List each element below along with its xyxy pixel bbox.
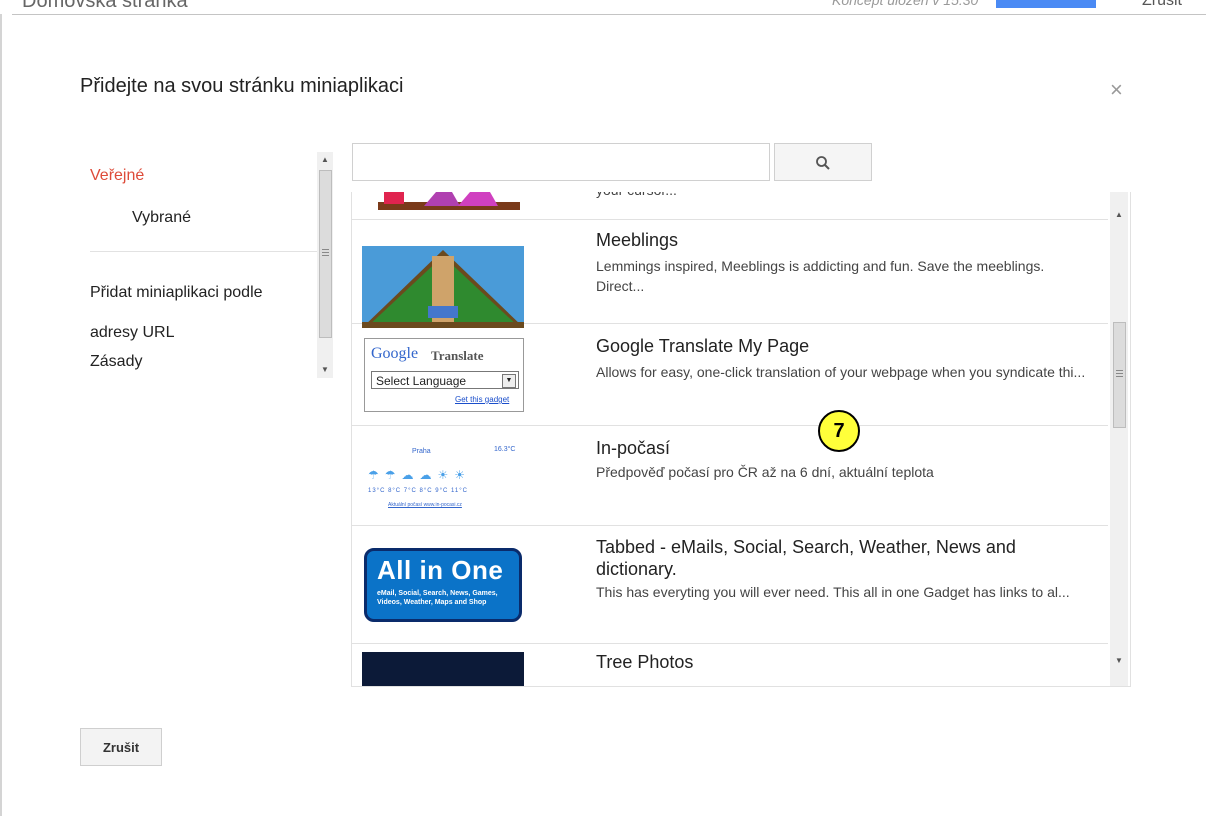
background-save-button	[996, 0, 1096, 8]
list-item[interactable]: Tree Photos	[352, 644, 1108, 686]
nav-item-featured[interactable]: Vybrané	[132, 209, 191, 227]
nav-scrollbar[interactable]: ▲ ▼	[317, 152, 333, 378]
scroll-up-arrow-icon[interactable]: ▲	[1110, 210, 1128, 226]
list-item[interactable]: Meeblings Lemmings inspired, Meeblings i…	[352, 220, 1108, 328]
weather-icons: ☂☂☁☁☀☀	[368, 468, 472, 482]
scroll-down-arrow-icon[interactable]: ▼	[1110, 656, 1128, 672]
scrollbar-thumb[interactable]	[1113, 322, 1126, 428]
gadget-thumbnail	[362, 192, 522, 214]
gadget-thumbnail: Google Translate Select Language ▼ Get th…	[362, 336, 526, 414]
gadget-title[interactable]: Meeblings	[596, 230, 678, 251]
gadget-thumbnail: All in One eMail, Social, Search, News, …	[362, 546, 526, 626]
gadget-description: Lemmings inspired, Meeblings is addictin…	[596, 258, 1045, 294]
dialog-title: Přidejte na svou stránku miniaplikaci	[80, 75, 404, 97]
gadget-list: your cursor... Meeblings Lemmings inspir…	[351, 192, 1131, 687]
gadget-title[interactable]: Google Translate My Page	[596, 336, 809, 357]
step-marker: 7	[818, 410, 860, 452]
scroll-up-arrow-icon[interactable]: ▲	[317, 152, 333, 168]
background-saved-status: Koncept uložen v 15:30	[832, 0, 979, 8]
close-icon[interactable]: ×	[1110, 77, 1123, 103]
scroll-down-arrow-icon[interactable]: ▼	[317, 362, 333, 378]
gadget-thumbnail	[362, 246, 524, 328]
scrollbar-thumb[interactable]	[319, 170, 332, 338]
gadget-description: Allows for easy, one-click translation o…	[596, 364, 1086, 380]
nav-item-add-by-url[interactable]: Přidat miniaplikaci podle adresy URL	[90, 273, 310, 353]
gadget-description: This has everyting you will ever need. T…	[596, 584, 1070, 600]
nav-item-policies[interactable]: Zásady	[90, 353, 142, 371]
list-item[interactable]: Praha 16.3°C ☂☂☁☁☀☀ 13°C 8°C 7°C 8°C 9°C…	[352, 426, 1108, 526]
list-item[interactable]: All in One eMail, Social, Search, News, …	[352, 526, 1108, 644]
nav-item-public[interactable]: Veřejné	[90, 167, 144, 185]
list-item[interactable]: your cursor...	[352, 192, 1108, 220]
gadget-title[interactable]: Tabbed - eMails, Social, Search, Weather…	[596, 536, 1096, 580]
background-cancel-link: Zrušit	[1142, 0, 1182, 9]
search-button[interactable]	[774, 143, 872, 181]
cancel-button[interactable]: Zrušit	[80, 728, 162, 766]
gadget-description: Předpověď počasí pro ČR až na 6 dní, akt…	[596, 464, 934, 480]
gadget-title[interactable]: Tree Photos	[596, 652, 693, 673]
gadget-thumbnail: Praha 16.3°C ☂☂☁☁☀☀ 13°C 8°C 7°C 8°C 9°C…	[362, 436, 526, 514]
gadget-list-scrollbar[interactable]: ▲ ▼	[1110, 192, 1128, 686]
background-page-title: Domovská stránka	[22, 0, 188, 12]
nav-divider	[90, 251, 320, 252]
search-input[interactable]	[352, 143, 770, 181]
search-icon	[816, 156, 830, 170]
background-topbar: Domovská stránka Koncept uložen v 15:30 …	[0, 0, 1206, 14]
google-logo: Google	[371, 345, 419, 362]
gadget-thumbnail	[362, 652, 524, 686]
list-item[interactable]: Google Translate Select Language ▼ Get th…	[352, 324, 1108, 426]
gadget-description: your cursor...	[596, 192, 1096, 200]
gadget-title[interactable]: In-počasí	[596, 438, 670, 459]
add-gadget-dialog: Přidejte na svou stránku miniaplikaci × …	[12, 14, 1206, 817]
